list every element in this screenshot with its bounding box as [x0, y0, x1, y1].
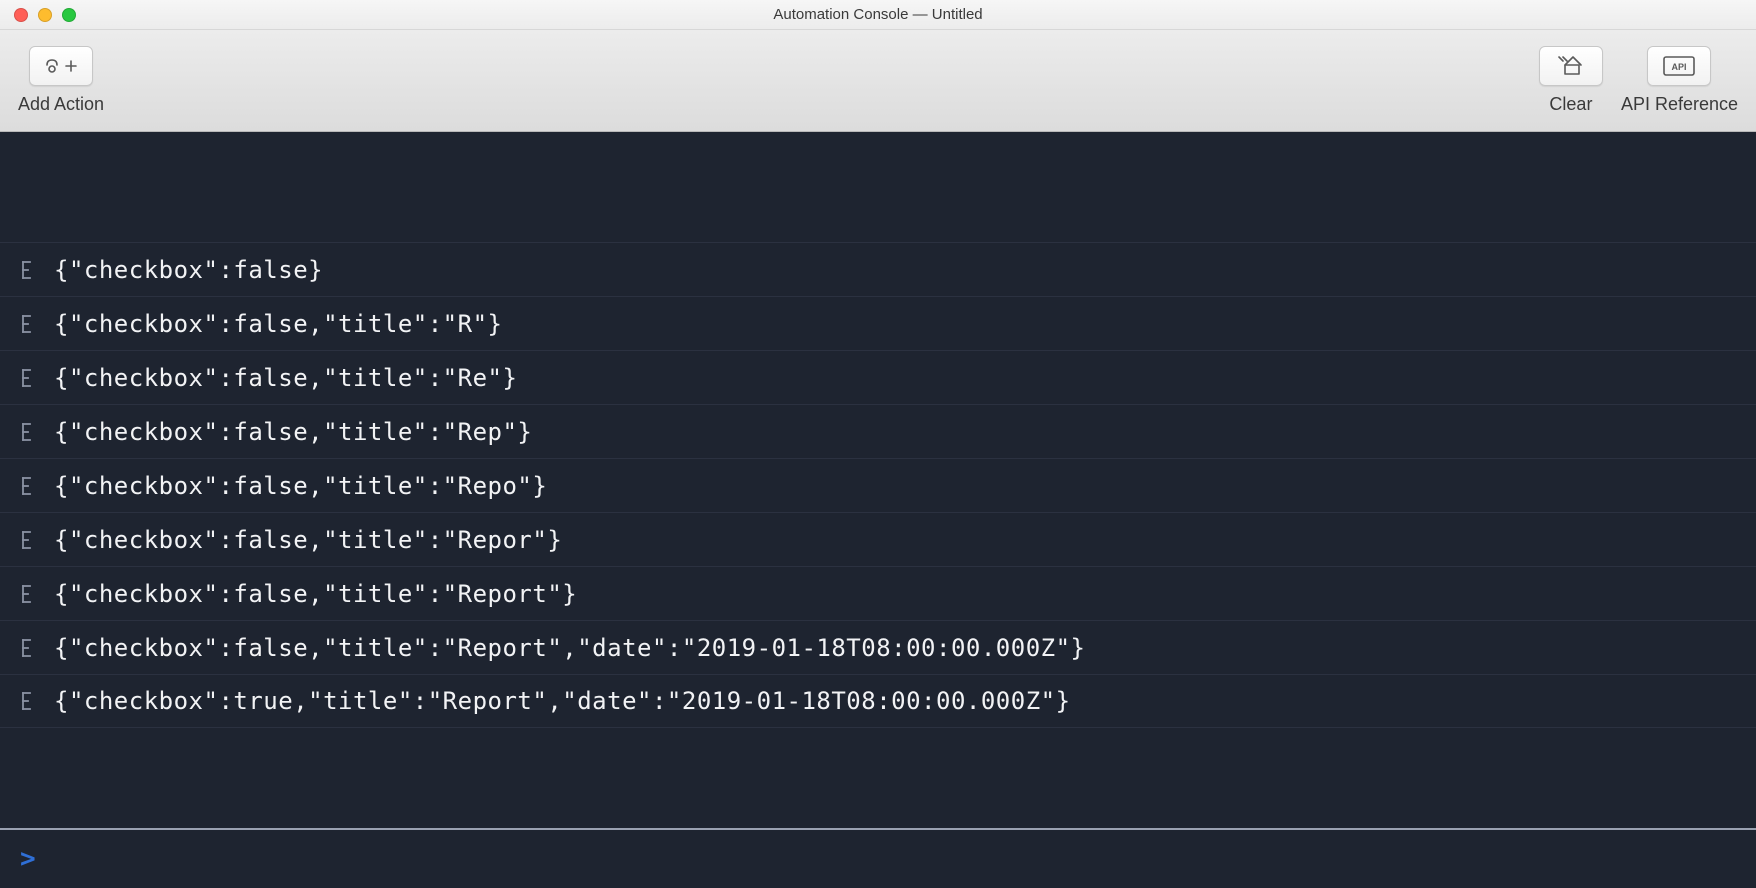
window-title: Automation Console — Untitled	[773, 6, 982, 23]
add-action-button[interactable]	[29, 46, 93, 86]
clear-label: Clear	[1549, 94, 1592, 115]
log-source-icon	[20, 639, 36, 657]
api-reference-icon: API	[1662, 55, 1696, 77]
prompt-row: >	[0, 828, 1756, 888]
add-action-icon	[44, 56, 78, 76]
log-row[interactable]: {"checkbox":false,"title":"Rep"}	[0, 404, 1756, 458]
log-source-icon	[20, 261, 36, 279]
zoom-window-button[interactable]	[62, 8, 76, 22]
log-text: {"checkbox":false,"title":"R"}	[54, 310, 502, 338]
clear-item: Clear	[1539, 46, 1603, 115]
log-row[interactable]: {"checkbox":false}	[0, 242, 1756, 296]
log-row[interactable]: {"checkbox":false,"title":"Re"}	[0, 350, 1756, 404]
log-text: {"checkbox":false,"title":"Report"}	[54, 580, 577, 608]
log-source-icon	[20, 369, 36, 387]
clear-button[interactable]	[1539, 46, 1603, 86]
window-controls	[14, 8, 76, 22]
log-text: {"checkbox":false,"title":"Report","date…	[54, 634, 1086, 662]
prompt-caret-icon: >	[20, 844, 36, 874]
log-row[interactable]: {"checkbox":false,"title":"R"}	[0, 296, 1756, 350]
log-text: {"checkbox":false,"title":"Repo"}	[54, 472, 547, 500]
titlebar: Automation Console — Untitled	[0, 0, 1756, 30]
api-reference-item: API API Reference	[1621, 46, 1738, 115]
svg-text:API: API	[1672, 62, 1687, 72]
log-source-icon	[20, 692, 36, 710]
log-source-icon	[20, 531, 36, 549]
api-reference-button[interactable]: API	[1647, 46, 1711, 86]
clear-icon	[1557, 55, 1585, 77]
log-source-icon	[20, 477, 36, 495]
log-source-icon	[20, 585, 36, 603]
log-text: {"checkbox":false,"title":"Re"}	[54, 364, 517, 392]
log-text: {"checkbox":true,"title":"Report","date"…	[54, 687, 1071, 715]
log-row[interactable]: {"checkbox":false,"title":"Repo"}	[0, 458, 1756, 512]
log-row[interactable]: {"checkbox":false,"title":"Report","date…	[0, 620, 1756, 674]
log-text: {"checkbox":false,"title":"Repor"}	[54, 526, 562, 554]
close-window-button[interactable]	[14, 8, 28, 22]
window: Automation Console — Untitled	[0, 0, 1756, 888]
log-row[interactable]: {"checkbox":true,"title":"Report","date"…	[0, 674, 1756, 728]
log-source-icon	[20, 315, 36, 333]
toolbar: Add Action	[0, 30, 1756, 132]
log-text: {"checkbox":false,"title":"Rep"}	[54, 418, 532, 446]
log-row[interactable]: {"checkbox":false,"title":"Report"}	[0, 566, 1756, 620]
minimize-window-button[interactable]	[38, 8, 52, 22]
prompt-input[interactable]	[50, 830, 1756, 888]
api-reference-label: API Reference	[1621, 94, 1738, 115]
log-source-icon	[20, 423, 36, 441]
add-action-label: Add Action	[18, 94, 104, 115]
add-action-item: Add Action	[18, 46, 104, 115]
log-row[interactable]: {"checkbox":false,"title":"Repor"}	[0, 512, 1756, 566]
log-text: {"checkbox":false}	[54, 256, 323, 284]
console-output[interactable]: {"checkbox":false} {"checkbox":false,"tit…	[0, 132, 1756, 828]
